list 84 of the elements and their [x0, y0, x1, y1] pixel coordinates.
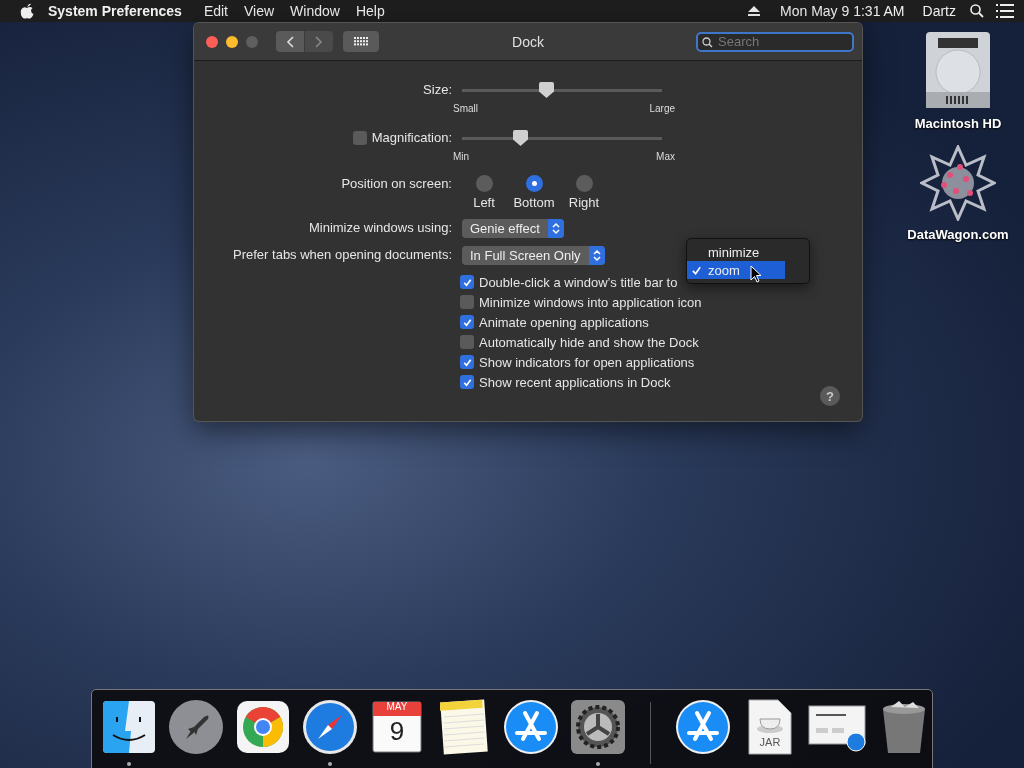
- dock-item[interactable]: [570, 698, 626, 768]
- eject-icon[interactable]: [748, 6, 761, 16]
- dock-item[interactable]: MAY 9: [369, 698, 425, 768]
- back-button[interactable]: [276, 31, 304, 52]
- calendar-icon: [372, 701, 422, 753]
- checkbox-label[interactable]: Double-click a window’s title bar to: [479, 274, 678, 290]
- checkbox-label[interactable]: Automatically hide and show the Dock: [479, 334, 699, 350]
- chrome-icon: [237, 701, 289, 753]
- checkbox[interactable]: [460, 355, 474, 369]
- radio-label[interactable]: Bottom: [513, 195, 555, 210]
- updown-arrows-icon: [547, 219, 564, 238]
- dock-item[interactable]: [101, 698, 157, 768]
- window-thumbnail-icon: [808, 702, 866, 752]
- app-store-icon: [675, 699, 731, 755]
- menu-item[interactable]: View: [236, 3, 283, 19]
- chevron-left-icon: [286, 35, 294, 48]
- finder-icon: [103, 701, 155, 753]
- menu-item[interactable]: Help: [347, 3, 393, 19]
- minimize-effect-popup[interactable]: Genie effect: [462, 219, 564, 238]
- calendar-month: MAY: [386, 701, 408, 712]
- checkbox[interactable]: [460, 375, 474, 389]
- position-label: Position on screen:: [341, 175, 452, 193]
- checkbox[interactable]: [460, 295, 474, 309]
- slider-thumb[interactable]: [513, 130, 528, 146]
- window-title: Dock: [512, 33, 544, 50]
- checkbox-label[interactable]: Show indicators for open applications: [479, 354, 695, 370]
- app-store-icon: [503, 699, 559, 755]
- rocket-icon: [168, 699, 224, 755]
- checkbox[interactable]: [460, 275, 474, 289]
- minimize-label: Minimize windows using:: [308, 219, 452, 237]
- radio-button[interactable]: [475, 175, 493, 192]
- star-pattern-icon[interactable]: [920, 145, 996, 221]
- help-button[interactable]: ?: [820, 386, 840, 406]
- hard-drive-icon[interactable]: [924, 30, 992, 110]
- magnification-label: Magnification:: [371, 129, 452, 147]
- file-type-label: JAR: [759, 736, 781, 748]
- menu-item[interactable]: Edit: [195, 3, 236, 19]
- checkbox[interactable]: [460, 315, 474, 329]
- dock-item[interactable]: [302, 698, 358, 768]
- updown-arrows-icon: [588, 246, 605, 265]
- minimize-button[interactable]: [226, 35, 238, 48]
- search-icon[interactable]: [970, 4, 984, 18]
- slider-max-label: Large: [649, 103, 675, 114]
- slider-max-label: Max: [656, 151, 675, 162]
- radio-button[interactable]: [525, 175, 543, 192]
- apple-icon[interactable]: [20, 3, 34, 19]
- slider-min-label: Min: [453, 151, 470, 162]
- checkbox-label[interactable]: Animate opening applications: [479, 314, 649, 330]
- desktop-icon-label[interactable]: DataWagon.com: [907, 227, 1009, 242]
- menu-item[interactable]: Window: [282, 3, 348, 19]
- mouse-pointer-icon: [750, 265, 762, 283]
- search-field[interactable]: Search: [696, 31, 854, 52]
- search-icon: [702, 36, 713, 48]
- checkbox[interactable]: [460, 335, 474, 349]
- gear-icon: [571, 700, 625, 754]
- menu-item[interactable]: zoom: [687, 261, 785, 279]
- list-icon[interactable]: [996, 4, 1014, 18]
- user-name[interactable]: Dartz: [916, 3, 962, 19]
- radio-button[interactable]: [575, 175, 593, 192]
- radio-label[interactable]: Right: [568, 195, 600, 210]
- grid-icon: [353, 37, 369, 46]
- desktop-icon-label[interactable]: Macintosh HD: [914, 116, 1002, 131]
- calendar-day: 9: [389, 716, 405, 747]
- size-label: Size:: [423, 81, 452, 99]
- radio-label[interactable]: Left: [473, 195, 495, 210]
- show-all-button[interactable]: [343, 31, 379, 52]
- chevron-right-icon: [315, 35, 323, 48]
- trash-icon: [881, 699, 927, 755]
- close-button[interactable]: [206, 35, 218, 48]
- checkbox-label[interactable]: Show recent applications in Dock: [479, 374, 671, 390]
- menu-item[interactable]: minimize: [687, 243, 787, 261]
- prefer-tabs-label: Prefer tabs when opening documents:: [233, 246, 452, 264]
- checkbox[interactable]: [352, 131, 367, 145]
- slider-min-label: Small: [453, 103, 478, 114]
- dock-item[interactable]: JAR: [742, 698, 798, 768]
- checkbox-label[interactable]: Minimize windows into application icon: [479, 294, 702, 310]
- document-icon: [748, 699, 792, 755]
- prefer-tabs-popup[interactable]: In Full Screen Only: [462, 246, 605, 265]
- clock[interactable]: Mon May 9 1:31 AM: [774, 3, 911, 19]
- checkmark-icon: [691, 264, 702, 276]
- app-menu[interactable]: System Preferences: [34, 3, 196, 19]
- compass-icon: [302, 699, 358, 755]
- slider-thumb[interactable]: [539, 82, 554, 98]
- notepad-icon: [440, 699, 488, 755]
